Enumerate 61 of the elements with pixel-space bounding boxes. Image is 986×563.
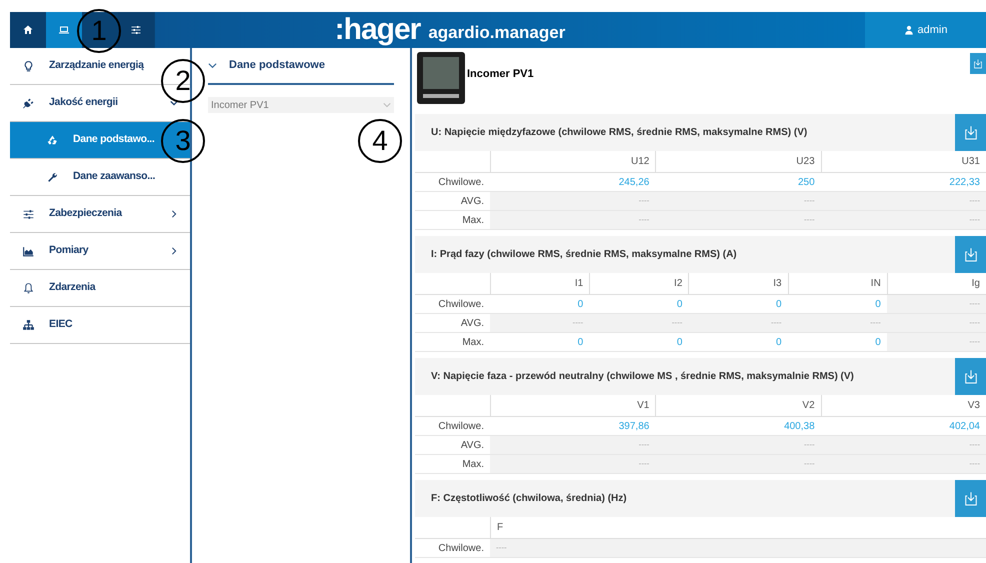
table-cell: ----: [820, 211, 986, 230]
chevron-down-icon: [383, 101, 391, 109]
user-menu[interactable]: admin: [865, 12, 986, 48]
section-heading: V: Napięcie faza - przewód neutralny (chwilowe MS , średnie RMS, maksymalnie RMS) (V): [431, 370, 854, 384]
area-chart-icon: [22, 244, 35, 258]
table-cell: ----: [490, 539, 986, 558]
sliders-icon: [22, 208, 35, 220]
table-cell: ----: [490, 192, 656, 211]
callout-number: 1: [77, 9, 121, 53]
download-button[interactable]: [970, 53, 986, 74]
chevron-down-icon: [208, 61, 217, 70]
table-cell: ----: [886, 295, 986, 314]
sliders-icon: [130, 24, 142, 36]
table-cell: ----: [886, 333, 986, 352]
table-cell: ----: [820, 455, 986, 474]
section-title: Dane podstawowe: [229, 58, 325, 74]
bell-icon: [22, 282, 35, 294]
table-cell: ----: [655, 436, 821, 455]
hierarchy-icon: [22, 318, 35, 332]
table-cell: ----: [820, 436, 986, 455]
table-cell: ----: [655, 192, 821, 211]
nav-tab[interactable]: [118, 12, 154, 48]
callout-number: 4: [358, 119, 402, 163]
table-cell: ----: [589, 314, 688, 333]
home-icon: [22, 24, 34, 36]
section-heading: I: Prąd fazy (chwilowe RMS, średnie RMS, maksymalne RMS) (A): [431, 248, 737, 262]
table-cell: ----: [490, 436, 656, 455]
wrench-icon: [46, 170, 59, 184]
table-cell: ----: [655, 455, 821, 474]
table-cell: ----: [655, 211, 821, 230]
user-icon: [904, 25, 914, 35]
app-name: agardio.manager: [428, 22, 566, 44]
table-cell: ----: [788, 314, 887, 333]
laptop-icon: [58, 24, 70, 36]
chevron-down-icon: [170, 99, 178, 107]
nav-tab[interactable]: [10, 12, 46, 48]
download-button[interactable]: [955, 480, 986, 517]
table-cell: ----: [490, 455, 656, 474]
table-cell: ----: [886, 314, 986, 333]
table-cell: ----: [688, 314, 788, 333]
table-cell: ----: [490, 314, 590, 333]
lightbulb-icon: [22, 60, 35, 72]
callout-number: 2: [161, 59, 205, 103]
download-button[interactable]: [955, 358, 986, 395]
device-name: Incomer PV1: [467, 67, 534, 82]
download-icon: [972, 58, 984, 70]
recycle-icon: [46, 134, 59, 146]
logo: :hager: [334, 15, 420, 45]
nav-tab[interactable]: [46, 12, 82, 48]
section-heading: F: Częstotliwość (chwilowa, średnia) (Hz): [431, 492, 627, 506]
plug-icon: [22, 96, 35, 110]
section-heading: U: Napięcie międzyfazowe (chwilowe RMS, średnie RMS, maksymalne RMS) (V): [431, 126, 808, 140]
device-drawing: [415, 50, 467, 106]
table-cell: ----: [820, 192, 986, 211]
download-button[interactable]: [955, 236, 986, 273]
callout-number: 3: [161, 119, 205, 163]
download-button[interactable]: [955, 114, 986, 151]
table-cell: ----: [490, 211, 656, 230]
chevron-right-icon: [170, 210, 178, 218]
device-dropdown[interactable]: Incomer PV1: [208, 97, 394, 113]
chevron-right-icon: [170, 247, 178, 255]
